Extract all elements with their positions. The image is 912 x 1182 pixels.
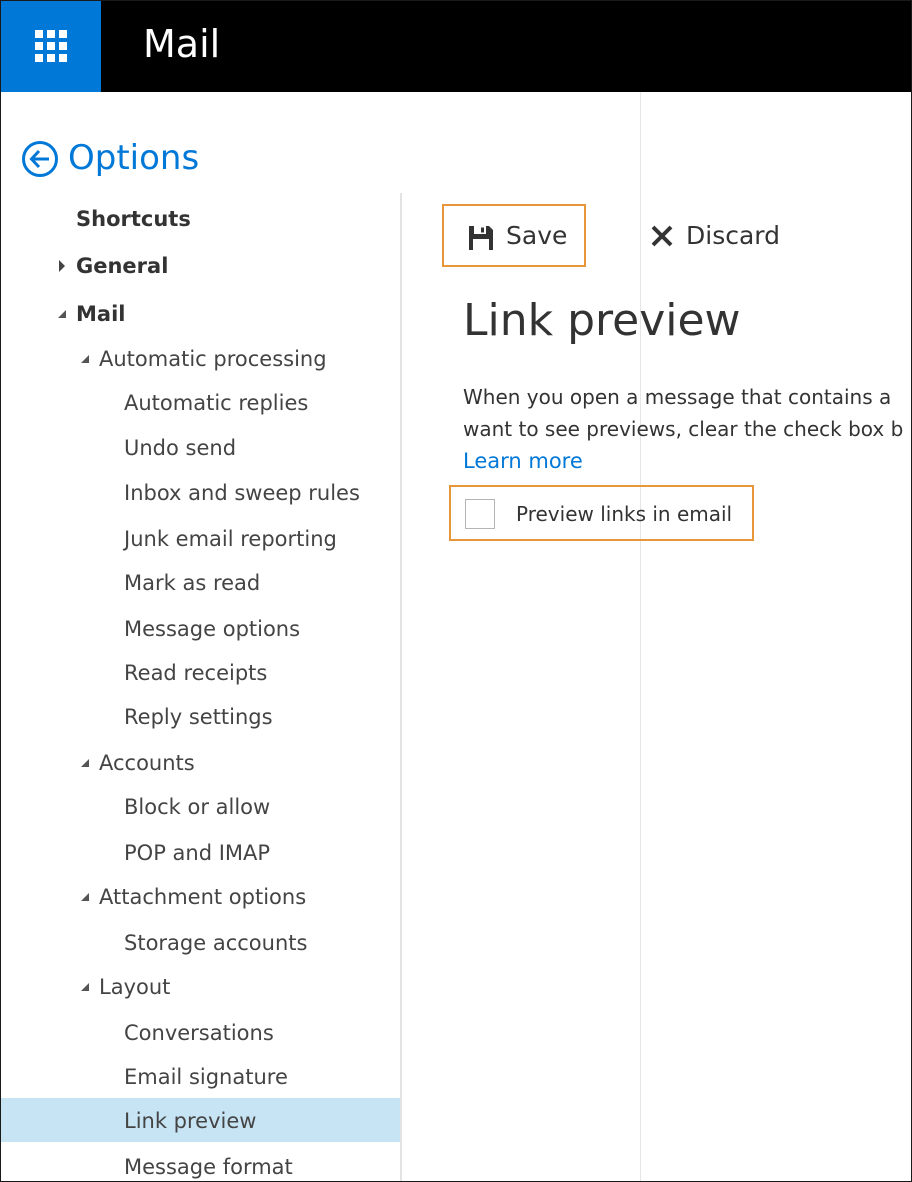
- nav-item-label: Inbox and sweep rules: [124, 481, 360, 505]
- learn-more-link[interactable]: Learn more: [463, 445, 583, 477]
- nav-item-label: Read receipts: [124, 661, 268, 685]
- nav-item-storage-accounts[interactable]: Storage accounts: [1, 922, 400, 964]
- nav-item-label: Storage accounts: [124, 931, 308, 955]
- nav-item-label: POP and IMAP: [124, 841, 271, 865]
- collapse-arrow-icon[interactable]: [81, 893, 89, 901]
- nav-item-block-or-allow[interactable]: Block or allow: [1, 786, 400, 828]
- top-bar: Mail: [1, 1, 911, 92]
- nav-item-inbox-sweep-rules[interactable]: Inbox and sweep rules: [1, 472, 400, 514]
- nav-item-layout[interactable]: Layout: [1, 966, 400, 1008]
- nav-item-label: Attachment options: [99, 885, 307, 909]
- app-launcher-button[interactable]: [1, 1, 101, 92]
- nav-item-email-signature[interactable]: Email signature: [1, 1056, 400, 1098]
- nav-item-junk-email-reporting[interactable]: Junk email reporting: [1, 518, 400, 560]
- nav-item-label: Reply settings: [124, 705, 273, 729]
- discard-button[interactable]: Discard: [646, 204, 796, 267]
- options-title: Options: [68, 138, 200, 178]
- collapse-arrow-icon[interactable]: [81, 759, 89, 767]
- nav-item-label: Automatic replies: [124, 391, 309, 415]
- description: When you open a message that contains a …: [463, 381, 911, 445]
- window: Mail Options Shortcuts General Mail Auto…: [0, 0, 912, 1182]
- nav-item-pop-and-imap[interactable]: POP and IMAP: [1, 832, 400, 874]
- description-line: When you open a message that contains a: [463, 385, 892, 409]
- nav-item-label: Block or allow: [124, 795, 271, 819]
- nav-item-conversations[interactable]: Conversations: [1, 1012, 400, 1054]
- nav-item-message-options[interactable]: Message options: [1, 608, 400, 650]
- nav-item-link-preview[interactable]: Link preview: [1, 1098, 400, 1142]
- discard-label: Discard: [686, 221, 780, 250]
- nav-item-label: Mark as read: [124, 571, 261, 595]
- back-arrow-circle-icon[interactable]: [21, 140, 59, 178]
- nav-item-label: Undo send: [124, 436, 237, 460]
- nav-item-label: Email signature: [124, 1065, 288, 1089]
- save-button[interactable]: Save: [442, 204, 586, 267]
- preview-links-checkbox[interactable]: [465, 499, 495, 529]
- close-x-icon: [651, 225, 673, 247]
- collapse-arrow-icon[interactable]: [81, 983, 89, 991]
- nav-item-undo-send[interactable]: Undo send: [1, 427, 400, 469]
- nav-item-label: Conversations: [124, 1021, 274, 1045]
- collapse-arrow-icon[interactable]: [58, 310, 66, 318]
- collapse-arrow-icon[interactable]: [81, 355, 89, 363]
- nav-item-mail[interactable]: Mail: [1, 293, 400, 335]
- nav-item-label: Automatic processing: [99, 347, 327, 371]
- save-label: Save: [506, 221, 568, 250]
- nav-item-read-receipts[interactable]: Read receipts: [1, 652, 400, 694]
- nav-item-label: Junk email reporting: [124, 527, 337, 551]
- nav-item-label: Mail: [76, 302, 126, 326]
- nav-item-label: Layout: [99, 975, 171, 999]
- nav-item-automatic-processing[interactable]: Automatic processing: [1, 338, 400, 380]
- preview-links-option[interactable]: Preview links in email: [449, 485, 754, 541]
- nav-item-message-format[interactable]: Message format: [1, 1146, 400, 1181]
- nav-item-label: Message options: [124, 617, 301, 641]
- nav-item-reply-settings[interactable]: Reply settings: [1, 696, 400, 738]
- page-title: Link preview: [463, 295, 741, 346]
- nav-item-automatic-replies[interactable]: Automatic replies: [1, 382, 400, 424]
- nav-divider: [400, 193, 402, 1181]
- divider: [640, 92, 641, 1181]
- app-launcher-icon: [35, 30, 67, 62]
- floppy-disk-icon: [469, 226, 493, 250]
- nav-item-accounts[interactable]: Accounts: [1, 742, 400, 784]
- nav-item-label: Accounts: [99, 751, 195, 775]
- nav-item-mark-as-read[interactable]: Mark as read: [1, 562, 400, 604]
- expand-arrow-icon[interactable]: [59, 260, 65, 272]
- nav-item-label: Shortcuts: [76, 207, 191, 231]
- app-title: Mail: [143, 22, 221, 66]
- nav-item-general[interactable]: General: [1, 245, 400, 287]
- preview-links-label: Preview links in email: [516, 502, 733, 526]
- nav-item-shortcuts[interactable]: Shortcuts: [1, 198, 400, 240]
- nav-item-attachment-options[interactable]: Attachment options: [1, 876, 400, 918]
- nav-item-label: General: [76, 254, 169, 278]
- nav-item-label: Link preview: [124, 1109, 257, 1133]
- nav-item-label: Message format: [124, 1155, 293, 1179]
- description-line: want to see previews, clear the check bo…: [463, 417, 904, 441]
